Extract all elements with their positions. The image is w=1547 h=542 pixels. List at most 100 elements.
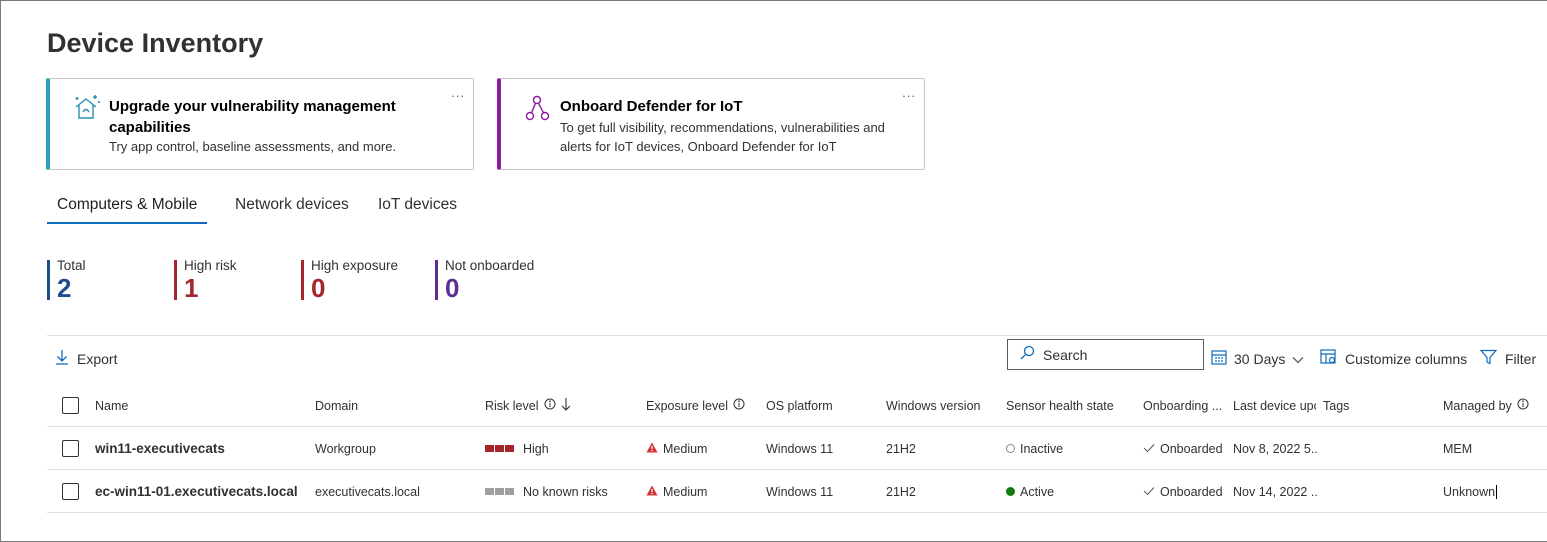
last-device-update: Nov 8, 2022 5... (1233, 441, 1319, 456)
stat-label: High risk (184, 258, 237, 273)
stat-high-risk[interactable]: High risk 1 (174, 258, 237, 303)
stat-high-exposure[interactable]: High exposure 0 (301, 258, 399, 303)
exposure-level-text: Medium (663, 484, 708, 499)
checkmark-icon (1143, 442, 1155, 456)
column-header-label: Exposure level (646, 398, 728, 413)
os-platform: Windows 11 (766, 441, 834, 456)
stat-bar (301, 260, 304, 300)
stat-value: 1 (184, 273, 199, 303)
info-icon[interactable] (544, 398, 556, 413)
column-header-name[interactable]: Name (95, 384, 128, 427)
column-header-last-update[interactable]: Last device upc (1233, 384, 1316, 427)
stat-label: High exposure (311, 258, 399, 273)
column-header-tags[interactable]: Tags (1323, 384, 1349, 427)
row-checkbox[interactable] (62, 440, 79, 457)
export-label: Export (77, 350, 118, 367)
stat-bar (47, 260, 50, 300)
chevron-down-icon (1292, 351, 1304, 367)
upgrade-vulnerability-card[interactable]: Upgrade your vulnerability management ca… (46, 78, 474, 170)
column-header-domain[interactable]: Domain (315, 384, 358, 427)
onboard-iot-card[interactable]: Onboard Defender for IoT To get full vis… (497, 78, 925, 170)
page-title: Device Inventory (47, 28, 264, 58)
risk-level-cell: No known risks (485, 470, 608, 513)
exposure-level-cell: Medium (646, 470, 707, 513)
column-header-risk-level[interactable]: Risk level (485, 384, 571, 427)
row-checkbox[interactable] (62, 483, 79, 500)
customize-columns-label: Customize columns (1345, 350, 1468, 367)
filter-icon (1479, 349, 1498, 368)
divider (47, 335, 1547, 336)
device-name[interactable]: win11-executivecats (95, 427, 225, 470)
row-checkbox-cell[interactable] (62, 470, 79, 513)
onboarding-status-text: Onboarded (1160, 441, 1223, 456)
stat-value: 2 (57, 273, 72, 303)
house-sparkle-icon (72, 93, 102, 123)
card-title: Upgrade your vulnerability management ca… (109, 98, 396, 136)
inactive-status-icon (1006, 444, 1015, 453)
column-header-os-platform[interactable]: OS platform (766, 384, 833, 427)
stat-bar (435, 260, 438, 300)
last-device-update: Nov 14, 2022 ... (1233, 484, 1319, 499)
stat-label: Not onboarded (445, 258, 535, 273)
column-header-sensor-health[interactable]: Sensor health state (1006, 384, 1114, 427)
stat-not-onboarded[interactable]: Not onboarded 0 (435, 258, 535, 303)
os-platform: Windows 11 (766, 484, 834, 499)
date-range-dropdown[interactable]: 30 Days (1211, 349, 1304, 368)
stat-bar (174, 260, 177, 300)
warning-triangle-icon (646, 442, 658, 456)
filter-label: Filter (1505, 350, 1537, 367)
column-header-label: Managed by (1443, 398, 1512, 413)
sensor-health-text: Inactive (1020, 441, 1064, 456)
onboarding-status-cell: Onboarded (1143, 470, 1223, 513)
customize-columns-button[interactable]: Customize columns (1320, 349, 1467, 368)
risk-level-cell: High (485, 427, 549, 470)
more-options-icon[interactable]: ... (451, 85, 465, 100)
table-header: Name Domain Risk level Exposure level OS… (47, 384, 1547, 427)
sensor-health-text: Active (1020, 484, 1055, 499)
stat-total[interactable]: Total 2 (47, 258, 86, 303)
more-options-icon[interactable]: ... (902, 85, 916, 100)
iot-network-icon (523, 93, 553, 123)
sensor-health-cell: Inactive (1006, 427, 1063, 470)
tab-iot-devices[interactable]: IoT devices (368, 194, 467, 224)
exposure-level-cell: Medium (646, 427, 707, 470)
managed-by: MEM (1443, 441, 1473, 456)
column-header-windows-version[interactable]: Windows version (886, 384, 980, 427)
warning-triangle-icon (646, 485, 658, 499)
download-icon (55, 349, 69, 368)
filter-button[interactable]: Filter (1479, 349, 1537, 368)
column-header-exposure-level[interactable]: Exposure level (646, 384, 745, 427)
card-title: Onboard Defender for IoT (560, 98, 743, 115)
stat-label: Total (57, 258, 86, 273)
column-header-managed-by[interactable]: Managed by (1443, 384, 1529, 427)
device-name[interactable]: ec-win11-01.executivecats.local (95, 470, 298, 513)
tab-computers-mobile[interactable]: Computers & Mobile (47, 194, 208, 224)
column-header-label: Risk level (485, 398, 539, 413)
risk-level-indicator (485, 445, 514, 452)
exposure-level-text: Medium (663, 441, 708, 456)
column-header-onboarding[interactable]: Onboarding ... (1143, 384, 1223, 427)
active-status-icon (1006, 487, 1015, 496)
risk-level-indicator (485, 488, 514, 495)
sort-descending-icon[interactable] (561, 397, 571, 414)
tab-network-devices[interactable]: Network devices (225, 194, 359, 224)
risk-level-text: High (523, 441, 549, 456)
select-all-checkbox-cell[interactable] (62, 384, 79, 427)
managed-by: Unknown (1443, 484, 1496, 499)
info-icon[interactable] (1517, 398, 1529, 413)
text-cursor (1496, 484, 1498, 499)
date-range-label: 30 Days (1234, 350, 1286, 367)
search-input[interactable] (1043, 346, 1193, 363)
device-domain: Workgroup (315, 441, 376, 456)
windows-version: 21H2 (886, 441, 916, 456)
search-input-box[interactable] (1007, 339, 1204, 370)
onboarding-status-text: Onboarded (1160, 484, 1223, 499)
stat-value: 0 (311, 273, 326, 303)
table-row[interactable]: ec-win11-01.executivecats.local executiv… (47, 470, 1547, 513)
select-all-checkbox[interactable] (62, 397, 79, 414)
export-button[interactable]: Export (55, 349, 117, 368)
info-icon[interactable] (733, 398, 745, 413)
row-checkbox-cell[interactable] (62, 427, 79, 470)
stat-value: 0 (445, 273, 460, 303)
table-row[interactable]: win11-executivecats Workgroup High Mediu… (47, 427, 1547, 470)
